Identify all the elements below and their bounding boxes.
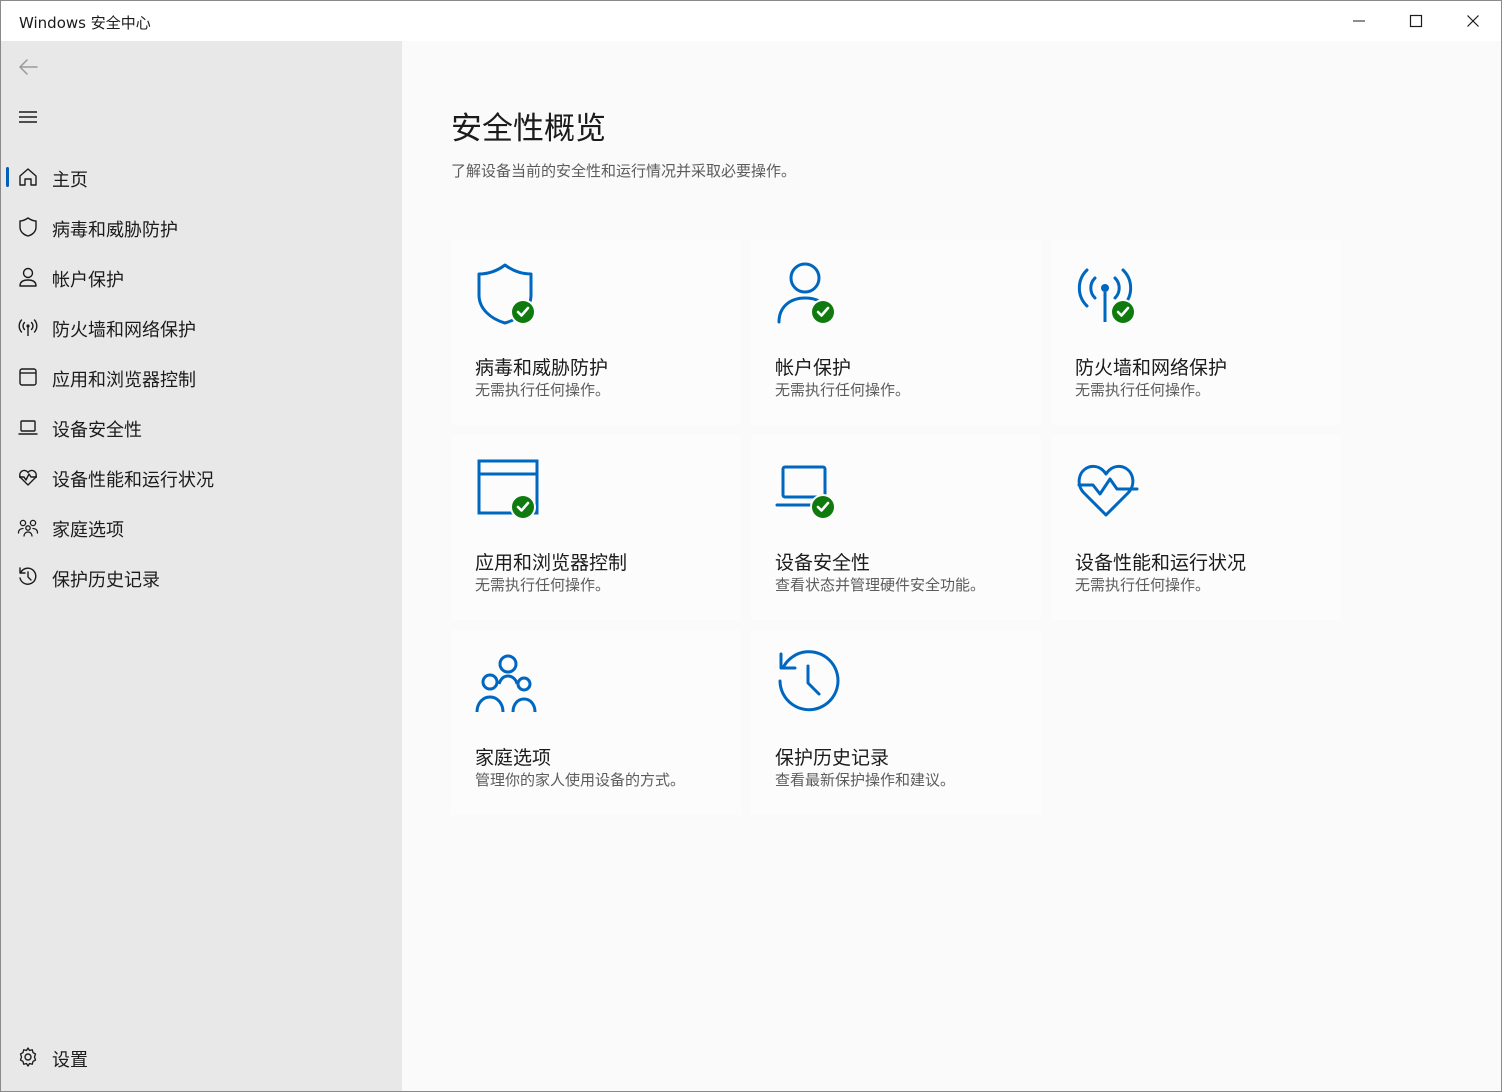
- app-window: Windows 安全中心 主页 病毒和威胁防护 帐户保护 防火墙和网络保护 应用…: [0, 0, 1502, 1092]
- history-icon: [778, 650, 840, 712]
- history-icon: [19, 567, 37, 585]
- tile-description: 无需执行任何操作。: [1075, 381, 1211, 399]
- gear-icon: [19, 1047, 37, 1067]
- tile-description: 无需执行任何操作。: [1075, 576, 1211, 594]
- tile-firewall[interactable]: 防火墙和网络保护 无需执行任何操作。: [1051, 240, 1341, 425]
- antenna-icon: [18, 319, 38, 336]
- maximize-icon: [1409, 14, 1423, 28]
- sidebar-item-label: 应用和浏览器控制: [52, 370, 196, 391]
- home-icon: [19, 168, 37, 186]
- tile-description: 无需执行任何操作。: [475, 576, 611, 594]
- shield-icon: [19, 217, 37, 237]
- person-icon: [777, 262, 836, 325]
- tile-title: 帐户保护: [775, 357, 852, 379]
- sidebar-item-settings[interactable]: 设置: [5, 1035, 397, 1079]
- tile-title: 防火墙和网络保护: [1075, 357, 1228, 379]
- back-arrow-icon: [19, 59, 38, 75]
- tile-title: 应用和浏览器控制: [475, 552, 628, 574]
- tile-description: 管理你的家人使用设备的方式。: [475, 771, 686, 789]
- sidebar-item-label: 帐户保护: [52, 270, 124, 291]
- tile-family-options[interactable]: 家庭选项 管理你的家人使用设备的方式。: [451, 630, 741, 815]
- active-indicator: [6, 167, 9, 187]
- sidebar-item-label: 防火墙和网络保护: [52, 320, 196, 341]
- tile-title: 家庭选项: [475, 747, 552, 769]
- family-icon: [17, 519, 39, 537]
- tile-description: 无需执行任何操作。: [475, 381, 611, 399]
- family-icon: [475, 654, 537, 713]
- tile-description: 查看状态并管理硬件安全功能。: [775, 576, 986, 594]
- close-button[interactable]: [1445, 1, 1501, 41]
- tile-title: 保护历史记录: [775, 747, 890, 769]
- sidebar-item-virus-protection[interactable]: 病毒和威胁防护: [5, 205, 397, 249]
- sidebar-item-family-options[interactable]: 家庭选项: [5, 505, 397, 549]
- antenna-icon: [1077, 268, 1136, 325]
- heart-pulse-icon: [1077, 464, 1139, 517]
- tile-title: 病毒和威胁防护: [475, 357, 609, 379]
- maximize-button[interactable]: [1388, 1, 1444, 41]
- sidebar-item-label: 设置: [52, 1050, 88, 1071]
- sidebar-item-label: 主页: [52, 170, 88, 191]
- tile-description: 无需执行任何操作。: [775, 381, 911, 399]
- tile-account-protection[interactable]: 帐户保护 无需执行任何操作。: [751, 240, 1041, 425]
- sidebar-item-device-security[interactable]: 设备安全性: [5, 405, 397, 449]
- heart-pulse-icon: [19, 469, 37, 486]
- minimize-icon: [1353, 20, 1365, 22]
- close-icon: [1467, 15, 1479, 27]
- hamburger-icon: [19, 111, 37, 123]
- sidebar-item-account-protection[interactable]: 帐户保护: [5, 255, 397, 299]
- sidebar-item-device-performance[interactable]: 设备性能和运行状况: [5, 455, 397, 499]
- shield-icon: [477, 263, 536, 325]
- sidebar-item-home[interactable]: 主页: [5, 155, 397, 199]
- tile-device-security[interactable]: 设备安全性 查看状态并管理硬件安全功能。: [751, 435, 1041, 620]
- page-subtitle: 了解设备当前的安全性和运行情况并采取必要操作。: [451, 162, 797, 180]
- laptop-icon: [775, 465, 836, 520]
- sidebar-item-firewall[interactable]: 防火墙和网络保护: [5, 305, 397, 349]
- menu-button[interactable]: [15, 104, 41, 130]
- app-window-icon: [19, 368, 37, 386]
- tile-device-performance[interactable]: 设备性能和运行状况 无需执行任何操作。: [1051, 435, 1341, 620]
- tile-protection-history[interactable]: 保护历史记录 查看最新保护操作和建议。: [751, 630, 1041, 815]
- page-title: 安全性概览: [451, 111, 606, 147]
- tile-description: 查看最新保护操作和建议。: [775, 771, 956, 789]
- sidebar-item-label: 病毒和威胁防护: [52, 220, 178, 241]
- sidebar-item-protection-history[interactable]: 保护历史记录: [5, 555, 397, 599]
- tile-virus-protection[interactable]: 病毒和威胁防护 无需执行任何操作。: [451, 240, 741, 425]
- sidebar-item-label: 设备性能和运行状况: [52, 470, 214, 491]
- main-content: 安全性概览 了解设备当前的安全性和运行情况并采取必要操作。 病毒和威胁防护 无需…: [402, 41, 1501, 1091]
- laptop-icon: [18, 420, 38, 435]
- tile-title: 设备安全性: [775, 552, 871, 574]
- app-window-icon: [477, 459, 539, 520]
- tile-app-browser-control[interactable]: 应用和浏览器控制 无需执行任何操作。: [451, 435, 741, 620]
- sidebar: 主页 病毒和威胁防护 帐户保护 防火墙和网络保护 应用和浏览器控制 设备安全性 …: [1, 41, 402, 1091]
- person-icon: [19, 267, 37, 287]
- sidebar-item-label: 家庭选项: [52, 520, 124, 541]
- sidebar-item-label: 设备安全性: [52, 420, 142, 441]
- tile-title: 设备性能和运行状况: [1075, 552, 1247, 574]
- sidebar-item-app-browser-control[interactable]: 应用和浏览器控制: [5, 355, 397, 399]
- minimize-button[interactable]: [1331, 1, 1387, 41]
- back-button[interactable]: [15, 54, 41, 80]
- window-title: Windows 安全中心: [19, 14, 151, 32]
- title-bar: Windows 安全中心: [1, 1, 1501, 41]
- sidebar-item-label: 保护历史记录: [52, 570, 160, 591]
